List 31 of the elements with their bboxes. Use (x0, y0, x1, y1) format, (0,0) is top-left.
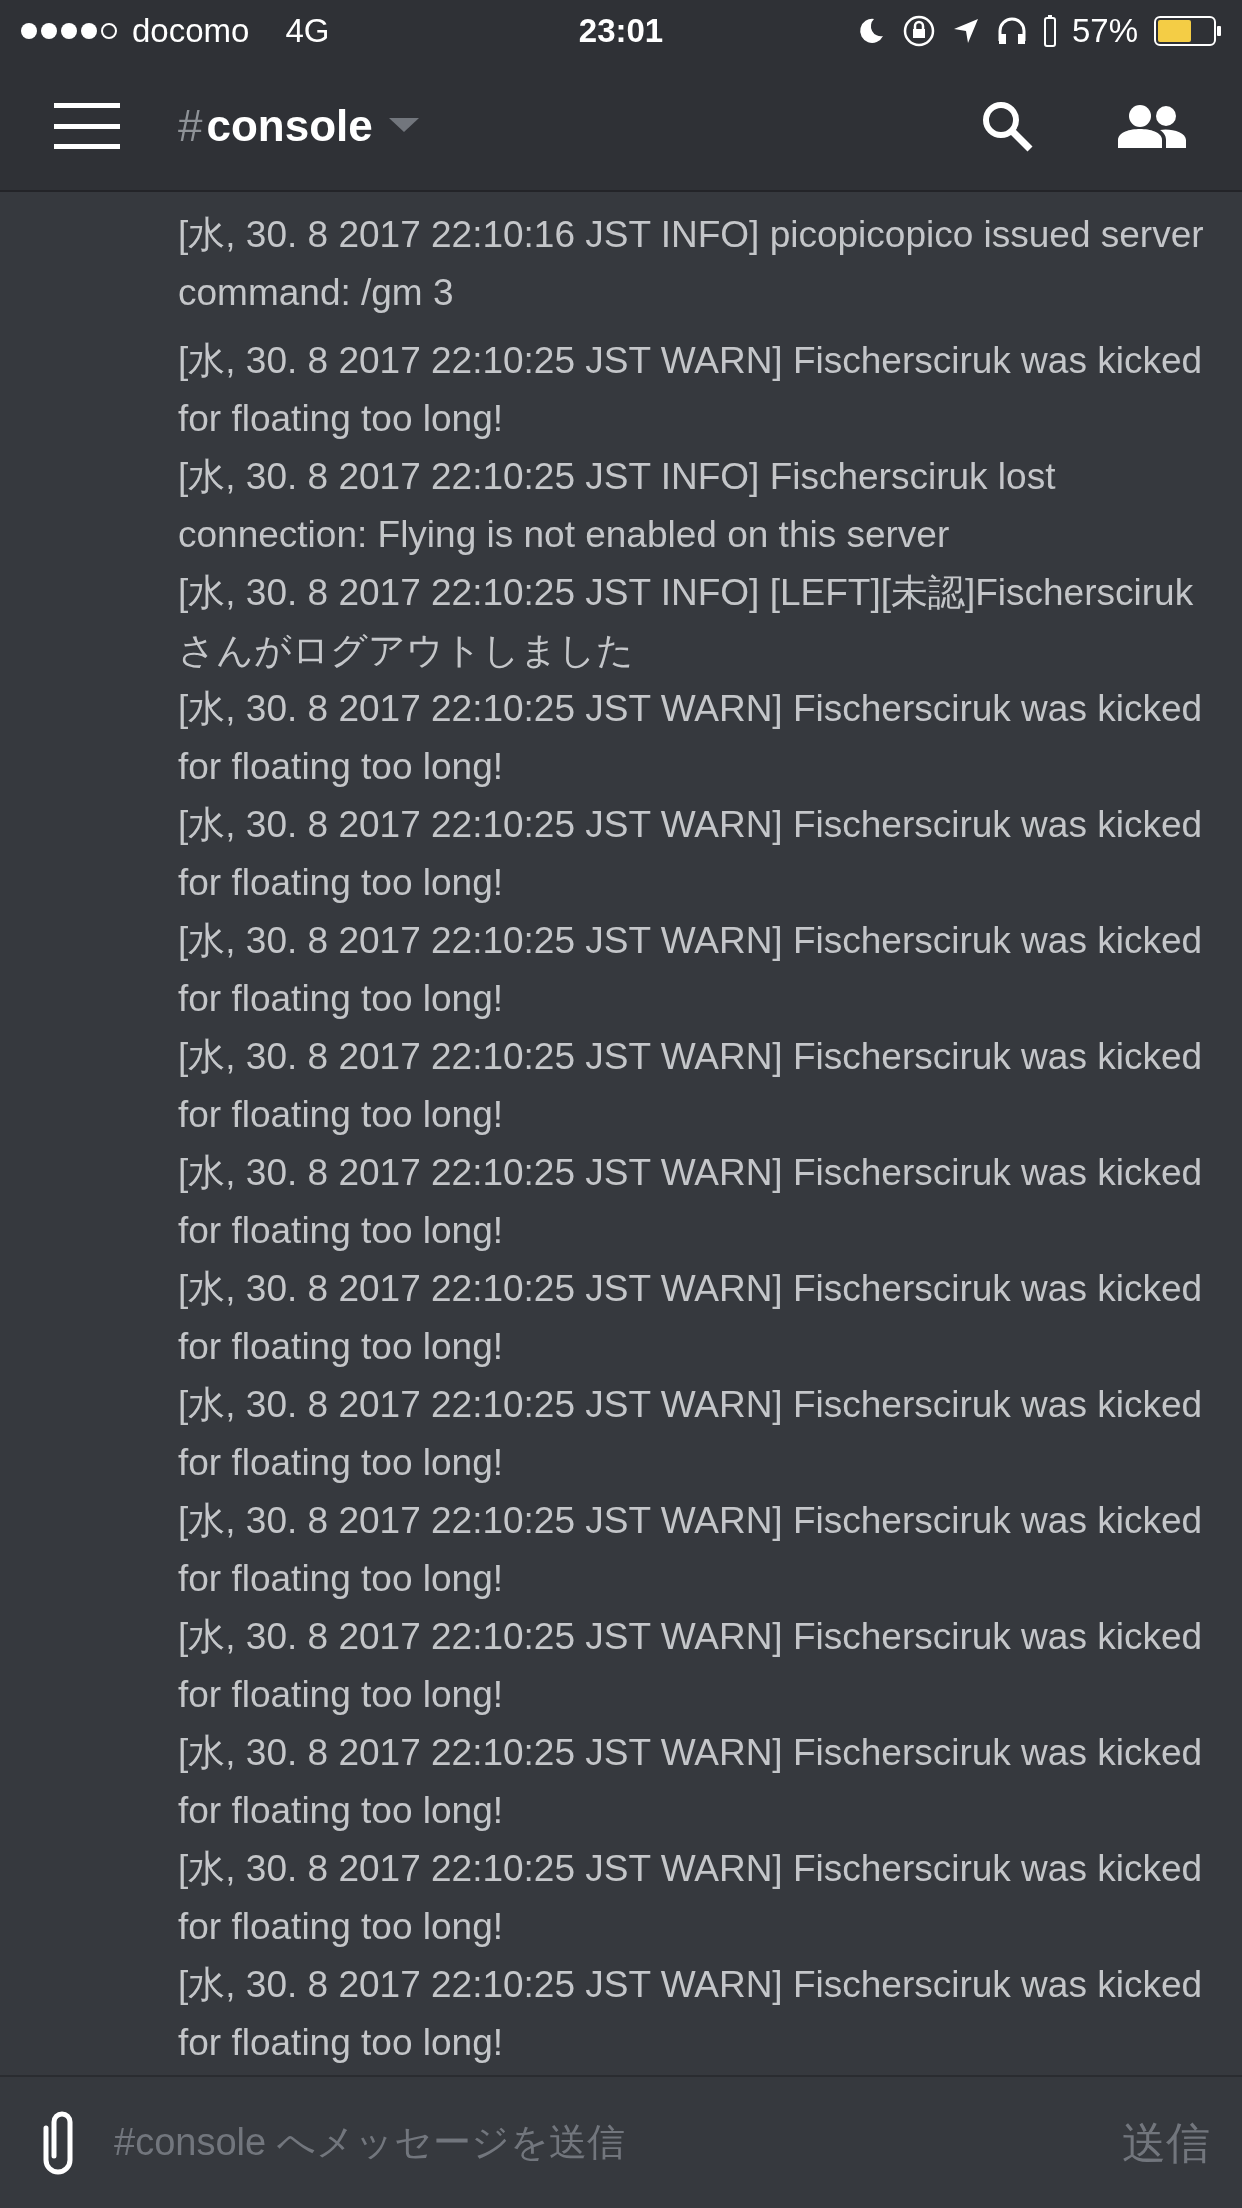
rotation-lock-icon (901, 14, 936, 48)
log-message: [水, 30. 8 2017 22:10:25 JST WARN] Fischersciruk was kicked for floating too long! (178, 919, 1204, 1021)
log-message: [水, 30. 8 2017 22:10:25 JST WARN] Fischersciruk was kicked for floating too long! (178, 803, 1204, 905)
battery-small-icon (1043, 15, 1056, 47)
message-input[interactable]: #console へメッセージを送信 (114, 2114, 1122, 2171)
members-icon[interactable] (1118, 104, 1186, 148)
channel-hash: # (178, 100, 203, 152)
log-message: [水, 30. 8 2017 22:10:25 JST INFO] Fischersciruk lost connection: Flying is not enabled on this server (178, 455, 1057, 557)
search-icon[interactable] (980, 99, 1034, 153)
log-message: [水, 30. 8 2017 22:10:25 JST INFO] [LEFT][未認]Fischersciruk さんがログアウトしました (178, 571, 1195, 673)
battery-icon (1154, 15, 1222, 47)
log-message: [水, 30. 8 2017 22:10:16 JST INFO] picopicopico issued server command: /gm 3 (178, 213, 1205, 315)
log-message: [水, 30. 8 2017 22:10:25 JST WARN] Fischersciruk was kicked for floating too long! (178, 1035, 1204, 1137)
signal-icon (20, 21, 120, 41)
battery-percentage: 57% (1071, 11, 1138, 52)
log-message: [水, 30. 8 2017 22:10:25 JST WARN] Fischersciruk was kicked for floating too long! (178, 1267, 1204, 1369)
log-message: [水, 30. 8 2017 22:10:25 JST WARN] Fischersciruk was kicked for floating too long! (178, 1499, 1204, 1601)
log-message: [水, 30. 8 2017 22:10:25 JST WARN] Fischersciruk was kicked for floating too long! (178, 339, 1204, 441)
log-message: [水, 30. 8 2017 22:10:25 JST WARN] Fischersciruk was kicked for floating too long! (178, 687, 1204, 789)
dropdown-caret-icon[interactable] (388, 118, 419, 134)
menu-button[interactable] (54, 101, 120, 151)
log-message: [水, 30. 8 2017 22:10:25 JST WARN] Fischersciruk was kicked for floating too long! (178, 1963, 1204, 2065)
network-label: 4G (285, 11, 330, 52)
log-message: [水, 30. 8 2017 22:10:25 JST WARN] Fischersciruk was kicked for floating too long! (178, 1383, 1204, 1485)
clock-time: 23:01 (578, 11, 664, 52)
carrier-label: docomo (132, 11, 250, 52)
log-message: [水, 30. 8 2017 22:10:25 JST WARN] Fischersciruk was kicked for floating too long! (178, 1615, 1204, 1717)
log-message: [水, 30. 8 2017 22:10:25 JST WARN] Fischersciruk was kicked for floating too long! (178, 1847, 1204, 1949)
log-message: [水, 30. 8 2017 22:10:25 JST WARN] Fischersciruk was kicked for floating too long! (178, 1151, 1204, 1253)
channel-name[interactable]: console (206, 93, 373, 159)
log-message: [水, 30. 8 2017 22:10:25 JST WARN] Fischersciruk was kicked for floating too long! (178, 1731, 1204, 1833)
